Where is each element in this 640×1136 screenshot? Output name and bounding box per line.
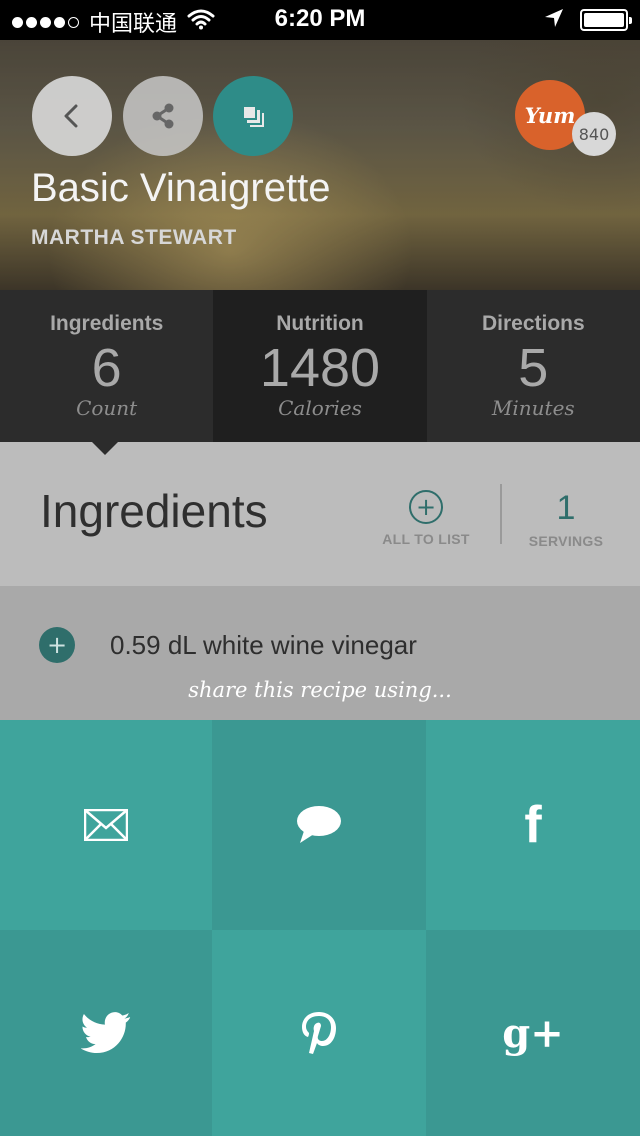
share-facebook-button[interactable]: f — [426, 720, 640, 930]
collections-button[interactable] — [213, 76, 293, 156]
servings-value: 1 — [556, 489, 576, 527]
share-email-button[interactable] — [0, 720, 212, 930]
tab-ingredients[interactable]: Ingredients 6 Count — [0, 290, 214, 442]
pinterest-icon — [302, 1012, 336, 1054]
facebook-icon: f — [524, 796, 542, 854]
status-bar: 中国联通 6:20 PM — [0, 0, 640, 40]
stat-label: Nutrition — [276, 312, 364, 335]
share-options: f g+ — [0, 720, 640, 1136]
stat-value: 1480 — [259, 338, 381, 398]
recipe-hero: Yum 840 Basic Vinaigrette MARTHA STEWART — [0, 40, 640, 290]
tab-directions[interactable]: Directions 5 Minutes — [426, 290, 640, 442]
share-message-button[interactable] — [212, 720, 426, 930]
divider — [500, 484, 502, 544]
share-caption: share this recipe using... — [188, 678, 452, 702]
active-tab-pointer — [92, 442, 118, 455]
location-arrow-icon — [544, 8, 564, 32]
tab-nutrition[interactable]: Nutrition 1480 Calories — [213, 290, 427, 442]
stat-label: Directions — [481, 312, 585, 335]
share-google-plus-button[interactable]: g+ — [426, 930, 640, 1136]
section-title: Ingredients — [40, 485, 268, 537]
share-icon — [152, 103, 174, 129]
servings-label: SERVINGS — [528, 533, 604, 549]
recipe-source[interactable]: MARTHA STEWART — [31, 226, 237, 250]
list-item: + 0.59 dL white wine vinegar share this … — [0, 586, 640, 720]
ingredients-header: Ingredients + ALL TO LIST 1 SERVINGS — [0, 442, 640, 586]
share-pinterest-button[interactable] — [212, 930, 426, 1136]
share-button[interactable] — [123, 76, 203, 156]
stat-unit: Calories — [278, 396, 362, 420]
back-button[interactable] — [32, 76, 112, 156]
google-plus-icon: g+ — [502, 1009, 564, 1057]
stat-value: 6 — [91, 338, 122, 398]
recipe-title: Basic Vinaigrette — [31, 166, 331, 210]
all-to-list-button[interactable]: + ALL TO LIST — [378, 490, 474, 547]
stat-unit: Count — [76, 396, 138, 420]
twitter-icon — [81, 1012, 131, 1053]
yum-count-badge: 840 — [572, 112, 616, 156]
stat-label: Ingredients — [50, 312, 164, 335]
share-twitter-button[interactable] — [0, 930, 212, 1136]
servings-selector[interactable]: 1 SERVINGS — [520, 490, 612, 549]
chevron-left-icon — [64, 104, 78, 128]
plus-circle-icon: + — [409, 490, 443, 524]
ingredient-text: 0.59 dL white wine vinegar — [110, 630, 417, 660]
email-icon — [84, 809, 128, 841]
copy-icon — [244, 107, 264, 127]
add-ingredient-button[interactable]: + — [39, 627, 75, 663]
stat-value: 5 — [518, 338, 549, 398]
stat-unit: Minutes — [491, 396, 575, 420]
all-to-list-label: ALL TO LIST — [382, 531, 470, 547]
battery-icon — [580, 9, 632, 31]
message-icon — [297, 806, 341, 843]
recipe-stats: Ingredients 6 Count Nutrition 1480 Calor… — [0, 290, 640, 442]
